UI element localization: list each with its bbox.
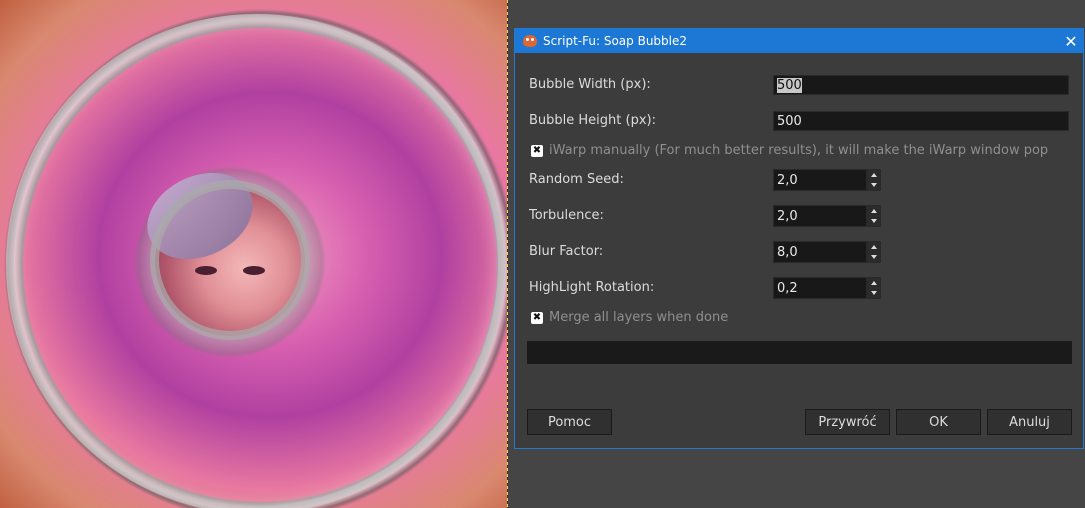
random-seed-row: Random Seed: — [529, 172, 624, 187]
ok-button[interactable]: OK — [896, 409, 981, 435]
highlight-rotation-label: HighLight Rotation: — [529, 280, 655, 295]
bubble-width-value: 500 — [777, 78, 802, 93]
iwarp-label: iWarp manually (For much better results)… — [549, 143, 1049, 158]
spin-down-icon[interactable] — [871, 255, 877, 259]
highlight-rotation-arrows[interactable] — [867, 277, 881, 299]
spin-down-icon[interactable] — [871, 291, 877, 295]
blur-factor-spinner[interactable]: 8,0 — [773, 241, 881, 263]
cancel-button[interactable]: Anuluj — [987, 409, 1072, 435]
soap-bubble-dialog: Script-Fu: Soap Bubble2 ✕ Bubble Width (… — [514, 28, 1084, 449]
spin-down-icon[interactable] — [871, 183, 877, 187]
merge-checkbox[interactable]: ✖ — [531, 311, 543, 324]
help-button[interactable]: Pomoc — [527, 409, 612, 435]
bubble-height-label: Bubble Height (px): — [529, 113, 656, 128]
bubble-height-value: 500 — [777, 114, 802, 129]
outer-bubble-ring — [6, 14, 506, 508]
torbulence-input[interactable]: 2,0 — [773, 205, 867, 227]
bubble-height-row: Bubble Height (px): — [529, 113, 656, 128]
blur-factor-arrows[interactable] — [867, 241, 881, 263]
spin-down-icon[interactable] — [871, 219, 877, 223]
layer-boundary — [507, 0, 508, 508]
dialog-title: Script-Fu: Soap Bubble2 — [543, 34, 688, 48]
merge-checkbox-row[interactable]: ✖ Merge all layers when done — [531, 310, 728, 325]
blur-factor-input[interactable]: 8,0 — [773, 241, 867, 263]
random-seed-input[interactable]: 2,0 — [773, 169, 867, 191]
image-canvas[interactable] — [0, 0, 507, 508]
random-seed-arrows[interactable] — [867, 169, 881, 191]
torbulence-arrows[interactable] — [867, 205, 881, 227]
close-icon[interactable]: ✕ — [1059, 32, 1083, 51]
bubble-width-input[interactable]: 500 — [773, 75, 1069, 95]
highlight-rotation-row: HighLight Rotation: — [529, 280, 654, 295]
bubble-height-input[interactable]: 500 — [773, 111, 1069, 131]
gimp-wilber-icon — [523, 35, 537, 47]
spin-up-icon[interactable] — [871, 173, 877, 177]
progress-bar — [527, 341, 1072, 364]
blur-factor-row: Blur Factor: — [529, 244, 603, 259]
bubble-width-label: Bubble Width (px): — [529, 77, 651, 92]
highlight-rotation-spinner[interactable]: 0,2 — [773, 277, 881, 299]
torbulence-spinner[interactable]: 2,0 — [773, 205, 881, 227]
dialog-titlebar[interactable]: Script-Fu: Soap Bubble2 ✕ — [515, 29, 1083, 53]
highlight-rotation-input[interactable]: 0,2 — [773, 277, 867, 299]
blur-factor-label: Blur Factor: — [529, 244, 604, 259]
merge-label: Merge all layers when done — [549, 310, 729, 325]
spin-up-icon[interactable] — [871, 245, 877, 249]
spin-up-icon[interactable] — [871, 281, 877, 285]
spin-up-icon[interactable] — [871, 209, 877, 213]
iwarp-checkbox-row[interactable]: ✖ iWarp manually (For much better result… — [531, 143, 1048, 158]
iwarp-checkbox[interactable]: ✖ — [531, 144, 543, 157]
torbulence-row: Torbulence: — [529, 208, 604, 223]
bubble-width-row: Bubble Width (px): — [529, 77, 651, 92]
random-seed-label: Random Seed: — [529, 172, 624, 187]
reset-button[interactable]: Przywróć — [805, 409, 890, 435]
random-seed-spinner[interactable]: 2,0 — [773, 169, 881, 191]
torbulence-label: Torbulence: — [529, 208, 604, 223]
